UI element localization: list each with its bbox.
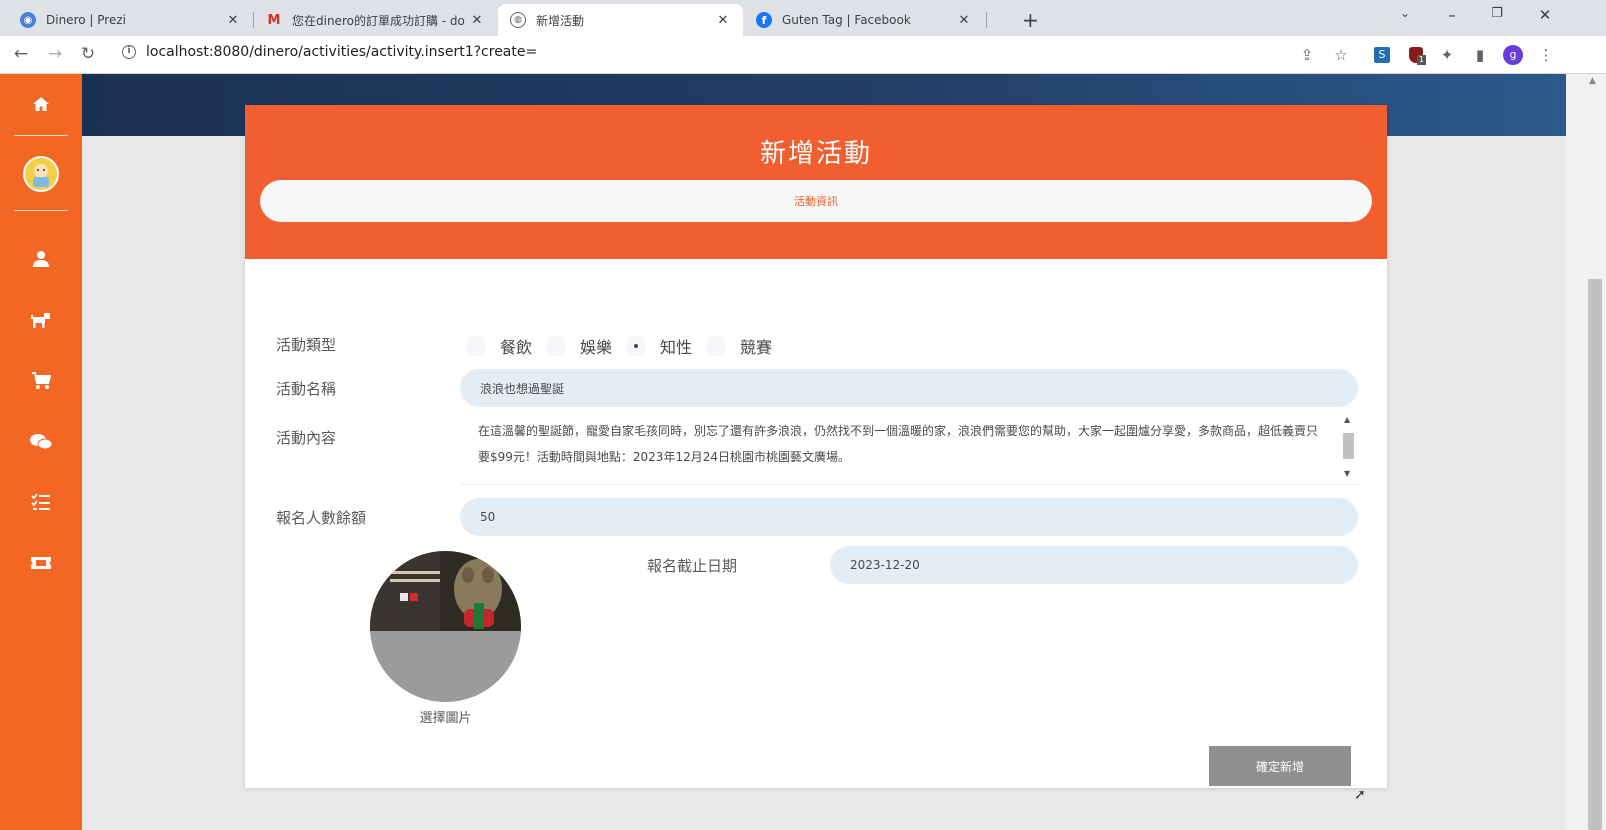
extensions-puzzle-icon[interactable]: ✦: [1436, 44, 1458, 66]
page-viewport: 新增活動 活動資訊 活動類型 餐飲 娛樂 知性 競賽 活動名稱 浪浪也想過聖誕 …: [0, 74, 1606, 830]
profile-initial: g: [1503, 45, 1523, 65]
section-tab-activity-info[interactable]: 活動資訊: [260, 180, 1372, 222]
ublock-extension-icon[interactable]: 1: [1405, 44, 1427, 66]
browser-tab-bar: ◉ Dinero | Prezi ✕ M 您在dinero的訂單成功訂購 - d…: [0, 0, 1606, 36]
close-tab-icon[interactable]: ✕: [956, 13, 972, 28]
activity-photo-picker[interactable]: [370, 551, 521, 702]
radio-label: 娛樂: [580, 338, 613, 357]
tab-title: 您在dinero的訂單成功訂購 - do: [292, 13, 465, 28]
extension-badge: 1: [1417, 55, 1427, 65]
profile-avatar[interactable]: g: [1502, 44, 1524, 66]
window-close-icon[interactable]: ✕: [1530, 6, 1560, 24]
radio-label: 知性: [660, 338, 693, 357]
activity-content-textarea[interactable]: 在這溫馨的聖誕節，寵愛自家毛孩同時，別忘了還有許多浪浪，仍然找不到一個溫暖的家，…: [460, 410, 1358, 485]
url-text: localhost:8080/dinero/activities/activit…: [146, 44, 538, 60]
reload-icon[interactable]: ↻: [77, 44, 99, 64]
back-icon[interactable]: ←: [10, 44, 32, 64]
radio-button-selected[interactable]: [626, 336, 647, 356]
mouse-cursor-icon: ➚: [1354, 787, 1366, 803]
forward-icon[interactable]: →: [44, 44, 66, 64]
scroll-thumb[interactable]: [1343, 433, 1354, 459]
browser-tab-facebook[interactable]: f Guten Tag | Facebook ✕: [744, 4, 984, 36]
tab-title: Guten Tag | Facebook: [782, 13, 911, 27]
tab-title: Dinero | Prezi: [46, 13, 126, 27]
signup-deadline-label: 報名截止日期: [647, 557, 738, 575]
radio-button[interactable]: [546, 336, 567, 356]
close-tab-icon[interactable]: ✕: [715, 13, 731, 28]
activity-content-label: 活動內容: [276, 429, 337, 447]
sidebar: [0, 74, 82, 830]
confirm-add-button[interactable]: 確定新增: [1209, 746, 1351, 786]
home-icon[interactable]: [24, 89, 58, 119]
signup-quota-input[interactable]: 50: [460, 498, 1358, 536]
textarea-scrollbar[interactable]: ▲ ▼: [1342, 415, 1354, 479]
restore-icon[interactable]: ❐: [1482, 6, 1512, 21]
cart-icon[interactable]: [24, 366, 58, 396]
avatar[interactable]: [23, 156, 59, 192]
sidebar-divider: [14, 135, 68, 136]
new-tab-icon[interactable]: +: [1022, 8, 1039, 32]
radio-label: 競賽: [740, 338, 773, 357]
browser-tab-gmail[interactable]: M 您在dinero的訂單成功訂購 - do ✕: [254, 4, 497, 36]
gmail-icon: M: [267, 12, 281, 28]
facebook-icon: f: [756, 12, 772, 28]
form-header: 新增活動 活動資訊: [245, 105, 1387, 259]
prezi-icon: ◉: [20, 12, 36, 28]
address-bar[interactable]: i localhost:8080/dinero/activities/activ…: [122, 44, 537, 60]
radio-option-competition[interactable]: 競賽: [706, 334, 772, 358]
chat-icon[interactable]: [24, 427, 58, 457]
radio-option-dining[interactable]: 餐飲: [466, 334, 532, 358]
sidebar-divider: [14, 210, 68, 211]
side-panel-icon[interactable]: ▮: [1469, 44, 1491, 66]
site-info-icon[interactable]: i: [122, 45, 136, 59]
tab-separator: [986, 12, 987, 28]
checklist-icon[interactable]: [24, 487, 58, 517]
activity-form-card: 新增活動 活動資訊 活動類型 餐飲 娛樂 知性 競賽 活動名稱 浪浪也想過聖誕 …: [245, 105, 1387, 788]
page-scroll-thumb[interactable]: [1588, 279, 1602, 830]
close-tab-icon[interactable]: ✕: [225, 13, 241, 28]
globe-icon: ◍: [510, 12, 526, 28]
extension-s-icon[interactable]: S: [1371, 44, 1393, 66]
radio-button[interactable]: [466, 336, 486, 356]
page-title: 新增活動: [759, 139, 872, 169]
radio-option-intellectual[interactable]: 知性: [626, 334, 692, 358]
browser-tab-active[interactable]: ◍ 新增活動 ✕: [498, 4, 743, 36]
signup-deadline-input[interactable]: 2023-12-20: [830, 546, 1358, 584]
ticket-icon[interactable]: [24, 548, 58, 578]
dog-icon[interactable]: [24, 305, 58, 335]
radio-button[interactable]: [706, 336, 727, 356]
radio-option-entertainment[interactable]: 娛樂: [546, 334, 612, 358]
activity-name-input[interactable]: 浪浪也想過聖誕: [460, 369, 1358, 407]
minimize-icon[interactable]: –: [1437, 6, 1467, 24]
scroll-down-icon[interactable]: ▼: [1344, 469, 1350, 478]
choose-photo-label[interactable]: 選擇圖片: [370, 707, 521, 726]
activity-photo-thumbnail: [370, 551, 521, 702]
signup-quota-label: 報名人數餘額: [276, 509, 367, 527]
user-icon[interactable]: [24, 244, 58, 274]
browser-menu-icon[interactable]: ⋮: [1535, 44, 1557, 66]
browser-tab-prezi[interactable]: ◉ Dinero | Prezi ✕: [8, 4, 253, 36]
tab-search-icon[interactable]: ⌄: [1390, 6, 1420, 20]
bookmark-star-icon[interactable]: ☆: [1330, 44, 1352, 66]
radio-label: 餐飲: [500, 338, 533, 357]
scroll-up-icon[interactable]: ▲: [1589, 76, 1596, 86]
share-icon[interactable]: ⇪: [1296, 44, 1318, 66]
tab-title: 新增活動: [536, 13, 585, 28]
browser-toolbar: ← → ↻ i localhost:8080/dinero/activities…: [0, 36, 1606, 74]
activity-type-radio-group: 餐飲 娛樂 知性 競賽: [466, 334, 786, 358]
activity-name-label: 活動名稱: [276, 380, 337, 398]
close-tab-icon[interactable]: ✕: [469, 13, 485, 28]
scroll-up-icon[interactable]: ▲: [1344, 415, 1350, 424]
activity-type-label: 活動類型: [276, 336, 337, 354]
